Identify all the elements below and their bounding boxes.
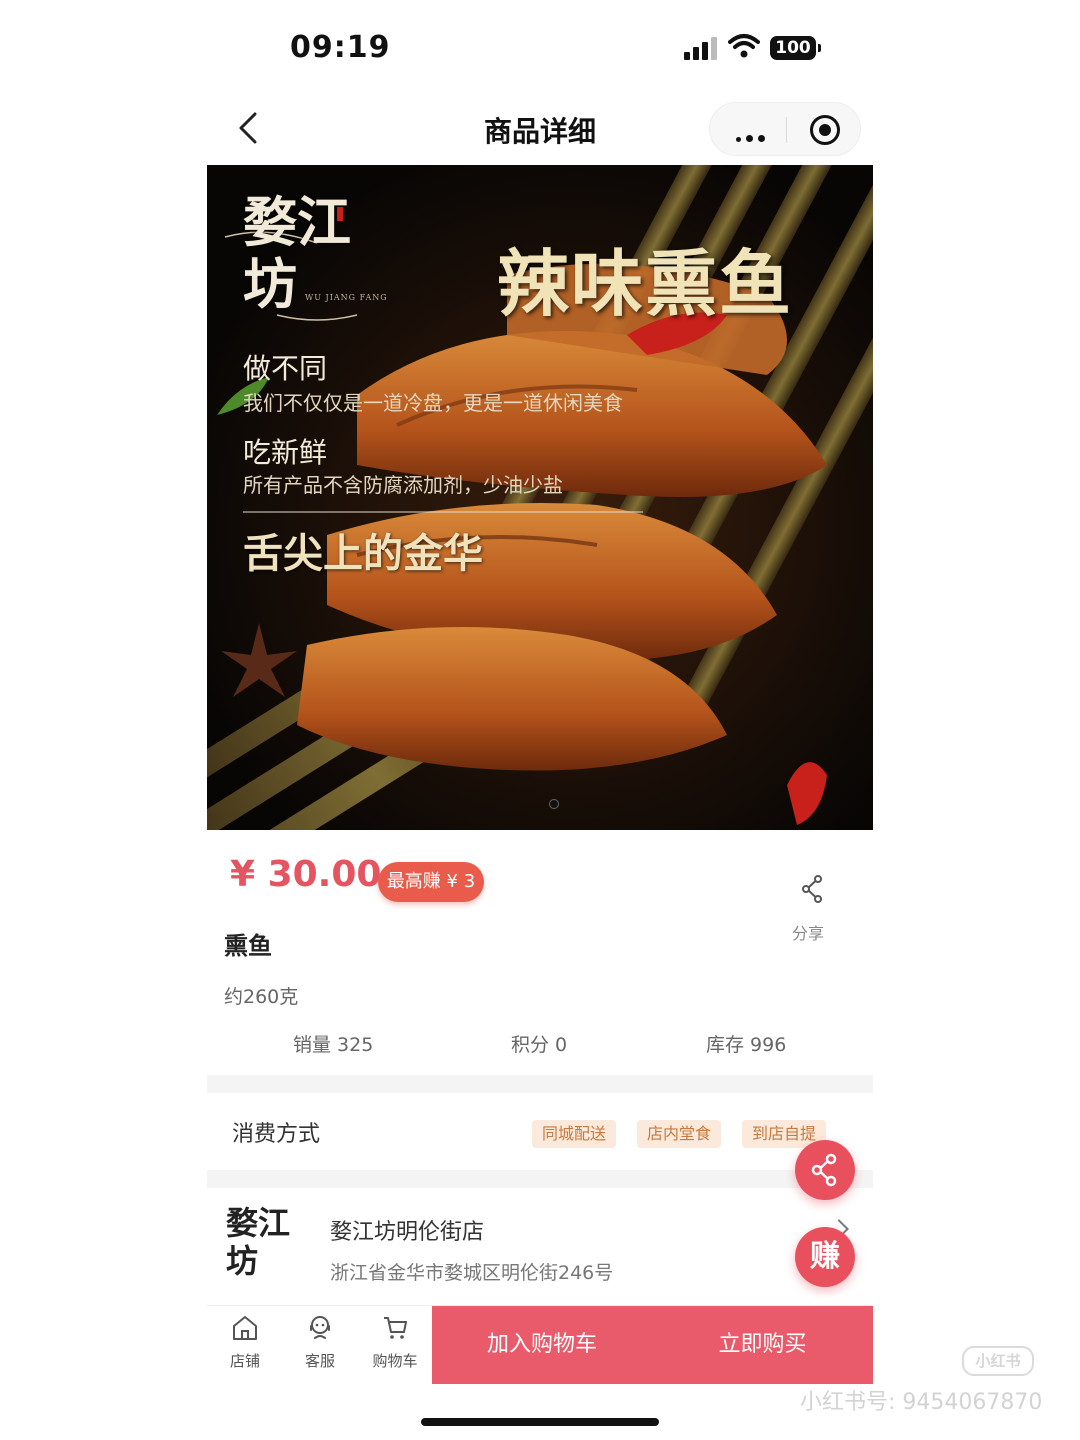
add-to-cart-button[interactable]: 加入购物车 xyxy=(432,1306,652,1384)
slogan-heading-1: 做不同 xyxy=(243,352,328,385)
tab-cart[interactable]: 购物车 xyxy=(365,1306,425,1384)
sales-count: 销量 325 xyxy=(293,1034,374,1056)
tab-customer-service-label: 客服 xyxy=(304,1352,335,1370)
product-price: ¥ 30.00 xyxy=(230,854,382,895)
buy-now-button[interactable]: 立即购买 xyxy=(652,1306,873,1384)
store-name[interactable]: 婺江坊明伦街店 xyxy=(330,1214,484,1246)
battery-icon: 100 xyxy=(770,36,821,60)
status-time: 09:19 xyxy=(290,30,391,65)
points-count: 积分 0 xyxy=(511,1034,568,1056)
cart-icon xyxy=(384,1317,407,1339)
bottom-action-bar: 店铺 客服 购物车 加入购物车 立即购买 xyxy=(207,1305,873,1384)
product-spec: 约260克 xyxy=(224,986,299,1008)
stock-count: 库存 996 xyxy=(706,1034,787,1056)
tag-local-delivery: 同城配送 xyxy=(532,1120,617,1148)
slogan-heading-2: 吃新鲜 xyxy=(243,436,328,469)
consumption-label: 消费方式 xyxy=(232,1122,321,1147)
hero-divider xyxy=(243,511,643,513)
status-bar: 09:19 100 xyxy=(0,0,1080,96)
carousel-indicator[interactable] xyxy=(549,799,559,809)
store-icon xyxy=(233,1316,257,1340)
slogan-heading-3: 舌尖上的金华 xyxy=(243,530,483,577)
tab-store-label: 店铺 xyxy=(229,1352,260,1370)
more-icon[interactable] xyxy=(736,127,770,146)
share-icon[interactable] xyxy=(800,874,826,904)
mini-program-capsule xyxy=(709,102,861,156)
product-image[interactable]: 婺江坊 WU JIANG FANG 辣味熏鱼 做不同 我们不仅仅是一道冷盘，更是… xyxy=(207,165,873,830)
product-name: 熏鱼 xyxy=(224,932,272,960)
customer-service-icon xyxy=(310,1316,330,1339)
slogan-text-1: 我们不仅仅是一道冷盘，更是一道休闲美食 xyxy=(243,391,623,415)
share-label[interactable]: 分享 xyxy=(792,920,824,944)
section-divider xyxy=(207,1170,873,1188)
hero-title: 辣味熏鱼 xyxy=(497,241,794,326)
store-address: 浙江省金华市婺城区明伦街246号 xyxy=(330,1262,614,1284)
tab-cart-label: 购物车 xyxy=(372,1352,418,1370)
share-icon xyxy=(811,1153,837,1187)
purchase-buttons: 加入购物车 立即购买 xyxy=(432,1306,873,1384)
earn-badge: 最高赚 ¥ 3 xyxy=(378,862,484,902)
slogan-text-2: 所有产品不含防腐添加剂，少油少盐 xyxy=(243,473,563,497)
brand-subtitle: WU JIANG FANG xyxy=(305,293,388,302)
store-logo: 婺江坊 xyxy=(226,1204,291,1280)
floating-earn-button[interactable]: 赚 xyxy=(795,1227,855,1287)
watermark-logo: 小红书 xyxy=(962,1346,1034,1376)
tab-store[interactable]: 店铺 xyxy=(215,1306,275,1384)
tab-customer-service[interactable]: 客服 xyxy=(290,1306,350,1384)
tag-dine-in: 店内堂食 xyxy=(637,1120,722,1148)
wifi-icon xyxy=(728,34,760,58)
watermark-text: 小红书号: 9454067870 xyxy=(800,1390,1043,1415)
home-indicator[interactable] xyxy=(421,1418,659,1426)
signal-icon xyxy=(684,36,720,60)
capsule-divider xyxy=(786,117,787,143)
close-miniprogram-icon[interactable] xyxy=(810,115,840,145)
nav-bar: 商品详细 xyxy=(207,96,873,162)
floating-share-button[interactable] xyxy=(795,1140,855,1200)
section-divider xyxy=(207,1075,873,1093)
